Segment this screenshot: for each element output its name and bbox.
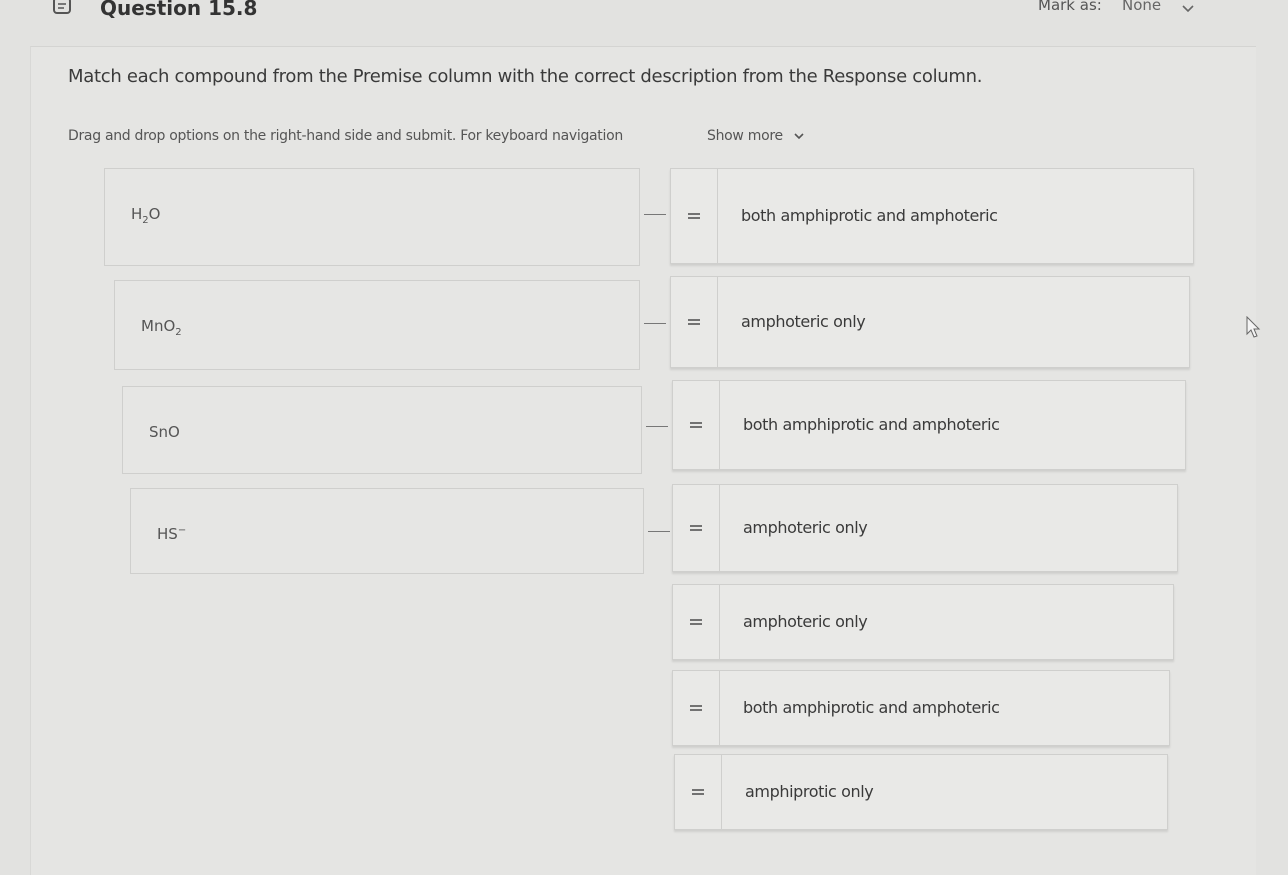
drag-handle[interactable]: [675, 755, 722, 829]
response-option[interactable]: both amphiprotic and amphoteric: [672, 380, 1186, 470]
response-label: both amphiprotic and amphoteric: [743, 698, 1000, 718]
chevron-down-icon: [794, 133, 804, 140]
question-instructions: Match each compound from the Premise col…: [68, 66, 983, 87]
response-option[interactable]: amphoteric only: [670, 276, 1190, 368]
response-label: amphoteric only: [743, 612, 868, 632]
drag-handle-icon: [692, 789, 704, 795]
match-connector: [644, 323, 666, 324]
response-label: amphoteric only: [741, 312, 866, 332]
response-option[interactable]: both amphiprotic and amphoteric: [672, 670, 1170, 746]
response-option[interactable]: amphoteric only: [672, 484, 1178, 572]
response-label: both amphiprotic and amphoteric: [743, 415, 1000, 435]
response-label: both amphiprotic and amphoteric: [741, 206, 998, 226]
drag-handle[interactable]: [673, 485, 720, 571]
mark-as-label: Mark as:: [1038, 0, 1102, 14]
match-connector: [648, 531, 670, 532]
question-header: Question 15.8 Mark as: None: [0, 0, 1288, 24]
show-more-label: Show more: [707, 128, 783, 144]
premise-box: SnO: [122, 386, 642, 474]
drag-handle[interactable]: [673, 381, 720, 469]
drag-handle[interactable]: [673, 671, 720, 745]
premise-box: HS−: [130, 488, 644, 574]
match-connector: [644, 214, 666, 215]
drag-handle-icon: [688, 213, 700, 219]
mouse-cursor-icon: [1246, 316, 1261, 338]
premise-box: MnO2: [114, 280, 640, 370]
mark-as-select[interactable]: None: [1122, 0, 1161, 14]
response-option[interactable]: amphiprotic only: [674, 754, 1168, 830]
response-option[interactable]: amphoteric only: [672, 584, 1174, 660]
response-label: amphoteric only: [743, 518, 868, 538]
response-label: amphiprotic only: [745, 782, 874, 802]
premise-box: H2O: [104, 168, 640, 266]
question-icon: [53, 0, 71, 14]
drag-hint: Drag and drop options on the right-hand …: [68, 128, 623, 144]
response-option[interactable]: both amphiprotic and amphoteric: [670, 168, 1194, 264]
premise-formula: HS−: [157, 525, 187, 543]
drag-handle[interactable]: [671, 277, 718, 367]
drag-handle-icon: [688, 319, 700, 325]
question-title: Question 15.8: [100, 0, 258, 20]
show-more-button[interactable]: Show more: [707, 128, 805, 144]
drag-handle-icon: [690, 422, 702, 428]
drag-handle-icon: [690, 619, 702, 625]
drag-handle[interactable]: [673, 585, 720, 659]
drag-handle[interactable]: [671, 169, 718, 263]
premise-formula: SnO: [149, 423, 180, 441]
premise-formula: H2O: [131, 205, 161, 226]
drag-handle-icon: [690, 705, 702, 711]
match-connector: [646, 426, 668, 427]
premise-formula: MnO2: [141, 317, 182, 338]
drag-handle-icon: [690, 525, 702, 531]
chevron-down-icon[interactable]: [1180, 0, 1196, 16]
